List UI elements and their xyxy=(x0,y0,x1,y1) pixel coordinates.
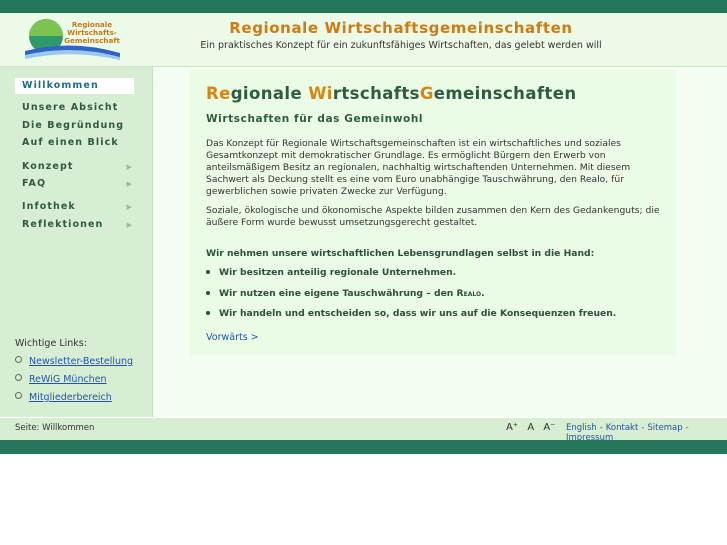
footer-link-sitemap[interactable]: Sitemap xyxy=(647,423,682,433)
list-item-text: Wir nutzen eine eigene Tauschwährung – d… xyxy=(219,288,457,299)
circle-bullet-icon xyxy=(15,356,22,363)
sidebar-item-unsere-absicht[interactable]: Unsere Absicht xyxy=(15,100,134,116)
link-label: Mitgliederbereich xyxy=(29,392,112,403)
list-item: Wir besitzen anteilig regionale Unterneh… xyxy=(206,267,456,278)
bullet-icon xyxy=(206,291,210,295)
sidebar: Willkommen Unsere Absicht Die Begründung… xyxy=(0,67,153,417)
footer-link-english[interactable]: English xyxy=(566,423,597,433)
sidebar-item-label: Unsere Absicht xyxy=(22,102,119,113)
link-rewig-muenchen[interactable]: ReWiG München xyxy=(15,374,107,385)
sidebar-item-auf-einen-blick[interactable]: Auf einen Blick xyxy=(15,135,134,151)
sidebar-item-infothek[interactable]: Infothek ▶ xyxy=(15,199,134,215)
sidebar-item-label: Reflektionen xyxy=(22,219,104,230)
sidebar-item-label: Infothek xyxy=(22,201,76,212)
separator: - xyxy=(685,423,689,433)
separator: - xyxy=(641,423,645,433)
paragraph-aspects: Soziale, ökologische und ökonomische Asp… xyxy=(206,205,660,228)
font-decrease-button[interactable]: A⁻ xyxy=(543,422,555,433)
top-bar xyxy=(0,0,727,13)
list-intro: Wir nehmen unsere wirtschaftlichen Leben… xyxy=(206,248,595,259)
sidebar-item-reflektionen[interactable]: Reflektionen ▶ xyxy=(15,217,134,233)
chevron-right-icon: ▶ xyxy=(126,163,132,171)
realo-term: Realo xyxy=(456,288,482,299)
page-info: Seite: Willkommen xyxy=(15,423,95,433)
circle-bullet-icon xyxy=(15,392,22,399)
paragraph-concept: Das Konzept für Regionale Wirtschaftsgem… xyxy=(206,138,631,197)
sidebar-item-die-begruendung[interactable]: Die Begründung xyxy=(15,118,134,134)
footer: Seite: Willkommen A⁺ A A⁻ English - Kontak… xyxy=(0,418,727,443)
title-part: G xyxy=(419,84,434,103)
sidebar-item-label: FAQ xyxy=(22,178,47,189)
font-reset-button[interactable]: A xyxy=(527,422,534,433)
chevron-right-icon: ▶ xyxy=(126,203,132,211)
site-title: Regionale Wirtschaftsgemeinschaften xyxy=(229,19,573,37)
sidebar-item-label: Auf einen Blick xyxy=(22,137,119,148)
sidebar-item-faq[interactable]: FAQ ▶ xyxy=(15,176,134,192)
bottom-bar xyxy=(0,440,727,454)
chevron-right-icon: ▶ xyxy=(126,221,132,229)
font-size-controls: A⁺ A A⁻ xyxy=(506,422,561,433)
footer-link-kontakt[interactable]: Kontakt xyxy=(606,423,639,433)
title-part: Wi xyxy=(308,84,333,103)
site-header: Regionale Wirtschafts- Gemeinschaft Regi… xyxy=(0,13,727,67)
list-item: Wir handeln und entscheiden so, dass wir… xyxy=(206,308,616,319)
sidebar-item-willkommen[interactable]: Willkommen xyxy=(15,78,134,94)
circle-bullet-icon xyxy=(15,374,22,381)
title-part: Re xyxy=(206,84,231,103)
chevron-right-icon: ▶ xyxy=(126,180,132,188)
link-newsletter[interactable]: Newsletter-Bestellung xyxy=(15,356,133,367)
list-item-text: Wir handeln und entscheiden so, dass wir… xyxy=(219,308,617,319)
sidebar-item-label: Willkommen xyxy=(22,80,99,91)
title-part: emeinschaften xyxy=(433,84,577,103)
list-item: Wir nutzen eine eigene Tauschwährung – d… xyxy=(206,288,485,299)
logo[interactable]: Regionale Wirtschafts- Gemeinschaft xyxy=(22,17,122,63)
separator: - xyxy=(599,423,603,433)
bullet-icon xyxy=(206,270,210,274)
page-title: Regionale WirtschaftsGemeinschaften xyxy=(206,84,576,103)
link-mitgliederbereich[interactable]: Mitgliederbereich xyxy=(15,392,112,403)
page-subtitle: Wirtschaften für das Gemeinwohl xyxy=(206,113,424,125)
bullet-icon xyxy=(206,311,210,315)
sidebar-item-label: Die Begründung xyxy=(22,120,125,131)
sidebar-item-konzept[interactable]: Konzept ▶ xyxy=(15,159,134,175)
link-label: Newsletter-Bestellung xyxy=(29,356,134,367)
site-tagline: Ein praktisches Konzept für ein zukunfts… xyxy=(200,40,602,51)
main-content: Regionale WirtschaftsGemeinschaften Wirt… xyxy=(153,67,727,417)
next-link[interactable]: Vorwärts > xyxy=(206,332,259,343)
list-item-text: . xyxy=(481,288,485,299)
title-part: rtschafts xyxy=(332,84,420,103)
links-label: Wichtige Links: xyxy=(15,338,87,349)
link-label: ReWiG München xyxy=(29,374,107,385)
font-increase-button[interactable]: A⁺ xyxy=(506,422,518,433)
logo-line-3: Gemeinschaft xyxy=(64,36,120,45)
sidebar-item-label: Konzept xyxy=(22,161,74,172)
title-part: gionale xyxy=(230,84,309,103)
list-item-text: Wir besitzen anteilig regionale Unterneh… xyxy=(219,267,457,278)
